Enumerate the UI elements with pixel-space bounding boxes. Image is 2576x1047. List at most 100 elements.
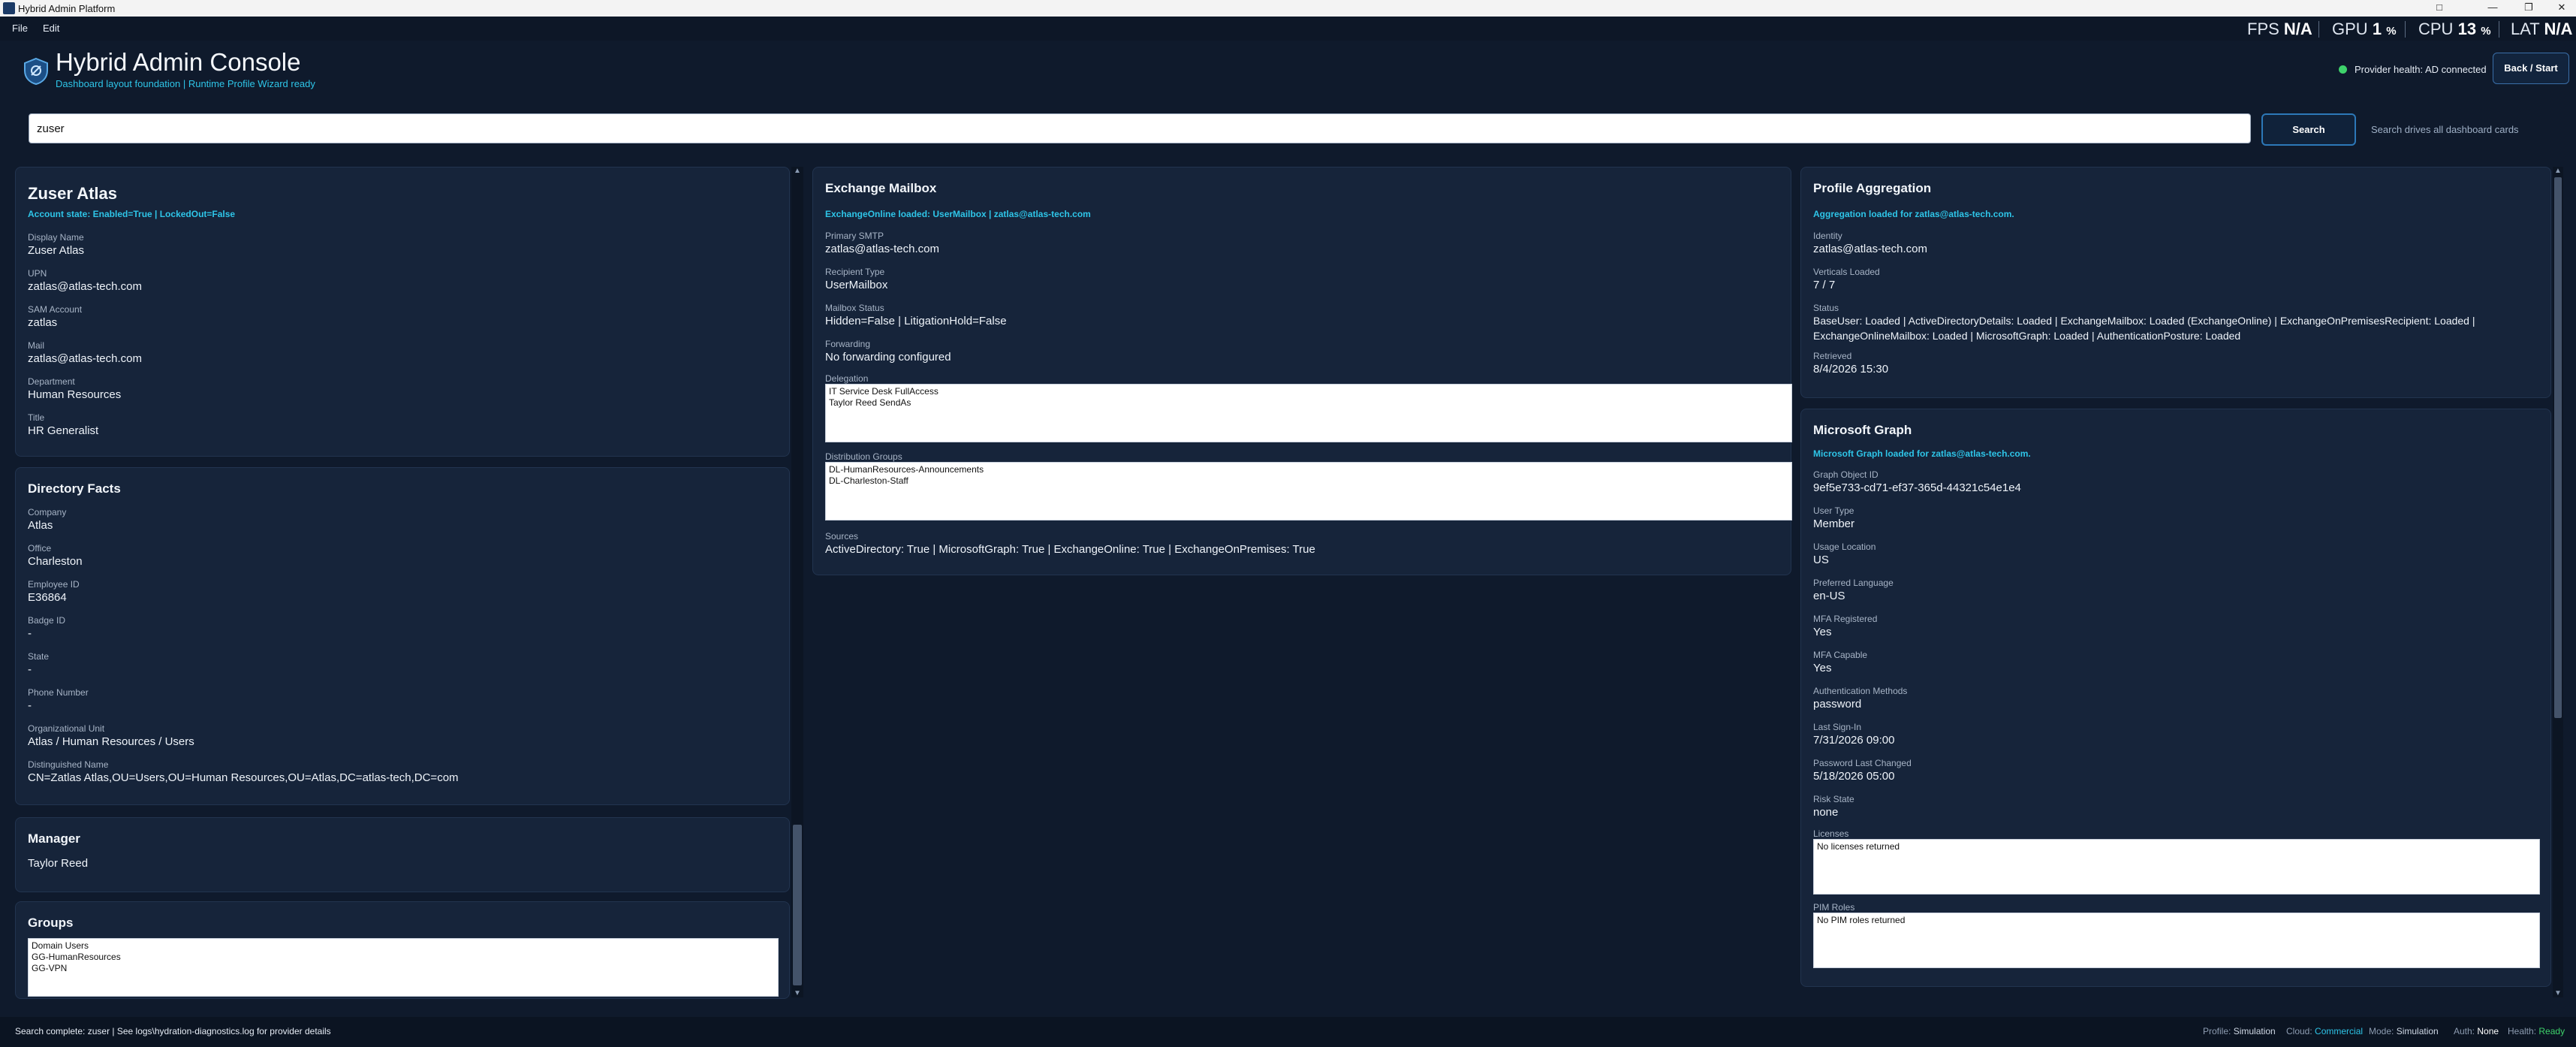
phone-value: - (28, 699, 32, 712)
page-title: Hybrid Admin Console (56, 48, 301, 76)
maximize-icon[interactable]: ❐ (2518, 2, 2539, 15)
manager-value: Taylor Reed (28, 857, 89, 870)
status-dot-icon (2339, 65, 2347, 74)
list-item[interactable]: IT Service Desk FullAccess (829, 386, 1788, 397)
provider-health: Provider health: AD connected (2355, 64, 2487, 75)
cloud-status: Cloud: Commercial (2286, 1026, 2364, 1036)
user-name: Zuser Atlas (28, 184, 118, 203)
microsoft-graph-card: Microsoft Graph Microsoft Graph loaded f… (1800, 409, 2551, 987)
usage-location-value: US (1813, 554, 1829, 566)
field-label: Organizational Unit (28, 723, 105, 734)
menu-file[interactable]: File (12, 23, 28, 34)
field-label: Graph Object ID (1813, 469, 1879, 480)
licenses-list[interactable]: No licenses returned (1813, 839, 2540, 895)
health-status: Health: Ready (2508, 1026, 2565, 1036)
list-item: No licenses returned (1817, 841, 1900, 852)
field-label: User Type (1813, 505, 1854, 516)
graph-object-id-value: 9ef5e733-cd71-ef37-365d-44321c54e1e4 (1813, 481, 2021, 494)
field-label: Forwarding (825, 339, 871, 349)
list-item[interactable]: GG-HumanResources (32, 952, 775, 963)
field-label: MFA Capable (1813, 650, 1868, 660)
upn-value: zatlas@atlas-tech.com (28, 280, 142, 293)
directory-facts-card: Directory Facts Company Atlas Office Cha… (15, 467, 790, 805)
field-label: Distribution Groups (825, 451, 902, 462)
page-subtitle: Dashboard layout foundation | Runtime Pr… (56, 78, 315, 89)
window-title: Hybrid Admin Platform (18, 3, 116, 14)
field-label: Last Sign-In (1813, 722, 1862, 732)
department-value: Human Resources (28, 388, 122, 401)
status-line-2: ExchangeOnlineMailbox: Loaded | Microsof… (1813, 330, 2241, 342)
field-label: MFA Registered (1813, 614, 1878, 624)
field-label: Recipient Type (825, 267, 885, 277)
field-label: Title (28, 412, 45, 423)
field-label: PIM Roles (1813, 902, 1855, 913)
field-label: Sources (825, 531, 859, 542)
mail-value: zatlas@atlas-tech.com (28, 352, 142, 365)
exchange-status: ExchangeOnline loaded: UserMailbox | zat… (825, 209, 1091, 219)
scroll-down-icon[interactable]: ▼ (2553, 989, 2563, 997)
field-label: Employee ID (28, 579, 80, 590)
divider (2405, 21, 2406, 38)
field-label: Office (28, 543, 52, 554)
field-label: Badge ID (28, 615, 66, 626)
app-icon (3, 2, 15, 14)
scroll-up-icon[interactable]: ▲ (2553, 167, 2563, 175)
groups-list[interactable]: Domain Users GG-HumanResources GG-VPN (28, 938, 779, 997)
graph-status: Microsoft Graph loaded for zatlas@atlas-… (1813, 448, 2031, 459)
field-label: Retrieved (1813, 351, 1852, 361)
right-scrollbar[interactable]: ▲ ▼ (2553, 167, 2563, 997)
close-icon[interactable]: ✕ (2551, 2, 2572, 15)
company-value: Atlas (28, 519, 53, 532)
list-item[interactable]: GG-VPN (32, 963, 775, 974)
window-titlebar: Hybrid Admin Platform □ — ❐ ✕ (0, 0, 2576, 17)
retrieved-value: 8/4/2026 15:30 (1813, 363, 1889, 376)
field-label: Authentication Methods (1813, 686, 1908, 696)
delegation-list[interactable]: IT Service Desk FullAccess Taylor Reed S… (825, 384, 1792, 442)
scroll-up-icon[interactable]: ▲ (791, 167, 803, 175)
field-label: Mail (28, 340, 45, 351)
field-label: Usage Location (1813, 542, 1876, 552)
identity-card: Zuser Atlas Account state: Enabled=True … (15, 167, 790, 457)
office-value: Charleston (28, 555, 83, 568)
field-label: UPN (28, 268, 47, 279)
search-input[interactable]: zuser (29, 113, 2251, 143)
minimize-icon[interactable]: — (2482, 2, 2503, 15)
list-item[interactable]: DL-HumanResources-Announcements (829, 464, 1788, 475)
preferred-language-value: en-US (1813, 590, 1845, 602)
snap-icon[interactable]: □ (2429, 2, 2450, 15)
scroll-thumb[interactable] (793, 825, 802, 985)
distribution-groups-list[interactable]: DL-HumanResources-Announcements DL-Charl… (825, 462, 1792, 520)
field-label: Preferred Language (1813, 578, 1894, 588)
status-bar: Search complete: zuser | See logs\hydrat… (0, 1017, 2576, 1047)
manager-card: Manager Taylor Reed (15, 817, 790, 892)
menu-edit[interactable]: Edit (43, 23, 59, 34)
groups-card: Groups Domain Users GG-HumanResources GG… (15, 901, 790, 999)
cpu-readout: CPU 13 % (2418, 20, 2491, 38)
field-label: Verticals Loaded (1813, 267, 1880, 277)
back-start-button[interactable]: Back / Start (2493, 53, 2569, 84)
field-label: State (28, 651, 50, 662)
mailbox-status-value: Hidden=False | LitigationHold=False (825, 315, 1007, 327)
auth-status: Auth: None (2454, 1026, 2499, 1036)
scroll-down-icon[interactable]: ▼ (791, 989, 803, 997)
aggregation-status: Aggregation loaded for zatlas@atlas-tech… (1813, 209, 2014, 219)
divider (2318, 21, 2319, 38)
primary-smtp-value: zatlas@atlas-tech.com (825, 243, 939, 255)
identity-value: zatlas@atlas-tech.com (1813, 243, 1927, 255)
list-item[interactable]: Domain Users (32, 940, 775, 952)
scroll-thumb[interactable] (2554, 177, 2562, 718)
list-item[interactable]: DL-Charleston-Staff (829, 475, 1788, 487)
search-button[interactable]: Search (2261, 113, 2356, 146)
account-state: Account state: Enabled=True | LockedOut=… (28, 209, 236, 219)
list-item[interactable]: Taylor Reed SendAs (829, 397, 1788, 409)
pim-roles-list[interactable]: No PIM roles returned (1813, 913, 2540, 968)
field-label: Password Last Changed (1813, 758, 1912, 768)
left-scrollbar[interactable]: ▲ ▼ (791, 167, 803, 997)
mfa-capable-value: Yes (1813, 662, 1832, 674)
state-value: - (28, 663, 32, 676)
user-type-value: Member (1813, 517, 1855, 530)
field-label: Department (28, 376, 75, 387)
profile-aggregation-card: Profile Aggregation Aggregation loaded f… (1800, 167, 2551, 398)
badge-id-value: - (28, 627, 32, 640)
menu-bar: File Edit FPS N/A GPU 1 % CPU 13 % LAT N… (0, 17, 2576, 41)
